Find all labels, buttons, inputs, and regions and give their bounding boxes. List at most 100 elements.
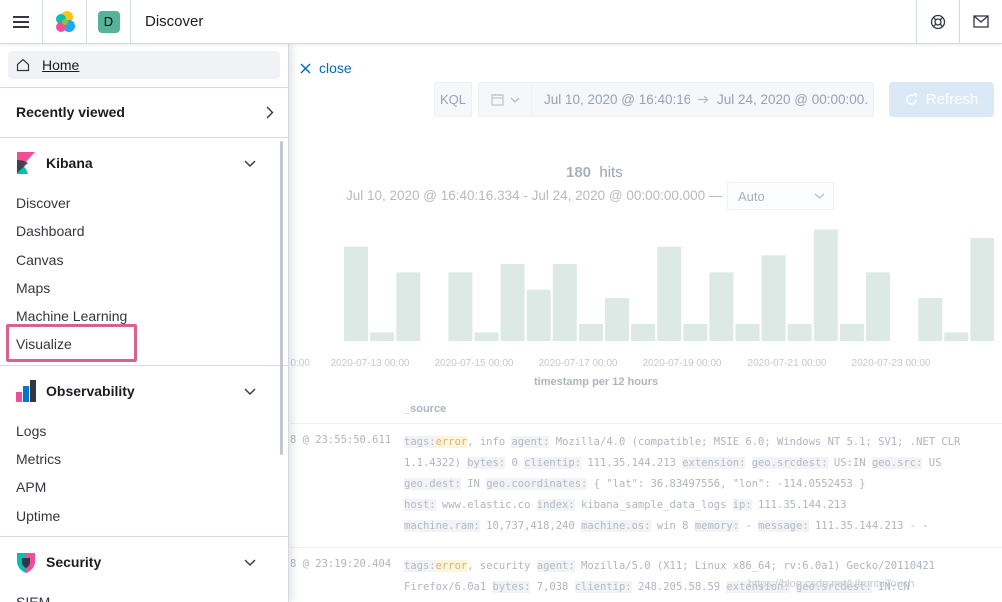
histogram-bar[interactable] xyxy=(605,298,629,341)
histogram-bar[interactable] xyxy=(970,238,994,341)
recently-viewed-toggle[interactable]: Recently viewed xyxy=(16,104,274,120)
histogram-bar[interactable] xyxy=(709,272,734,341)
histogram-bar[interactable] xyxy=(526,289,551,341)
field-name: extension: xyxy=(682,457,746,469)
x-tick-label: 2020-07-19 00:00 xyxy=(643,358,722,369)
histogram-bar[interactable] xyxy=(657,246,682,341)
field-value: US:IN xyxy=(827,457,872,469)
source-line: host: www.elastic.co index: kibana_sampl… xyxy=(404,495,994,516)
histogram-bar[interactable] xyxy=(344,246,368,341)
field-value: 248.205.58.59 xyxy=(631,581,727,593)
field-name: index: xyxy=(536,499,575,511)
date-quick-menu-button[interactable] xyxy=(479,93,531,106)
histogram-bar[interactable] xyxy=(866,272,890,341)
help-icon xyxy=(930,14,946,29)
field-value: - xyxy=(739,520,759,532)
space-selector-button[interactable]: D xyxy=(87,0,131,43)
refresh-button[interactable]: Refresh xyxy=(889,82,994,117)
nav-link-apm[interactable]: APM xyxy=(16,479,46,495)
security-logo-icon xyxy=(17,553,35,573)
field-name: agent: xyxy=(511,436,550,448)
histogram-bar[interactable] xyxy=(578,323,603,341)
nav-link-uptime[interactable]: Uptime xyxy=(16,508,60,524)
row-source: tags:error, info agent: Mozilla/4.0 (com… xyxy=(404,432,994,537)
breadcrumb-discover[interactable]: Discover xyxy=(145,13,203,30)
x-tick-label: 2020-07-13 00:00 xyxy=(331,358,410,369)
histogram-bar[interactable] xyxy=(787,323,812,341)
nav-flyout: Home Recently viewed Kibana Discover Das… xyxy=(0,44,289,602)
row-timestamp: 8 @ 23:19:20.404 xyxy=(290,558,392,570)
field-name: geo.dest: xyxy=(404,478,461,490)
table-row[interactable]: 8 @ 23:19:20.404 tags:error, security ag… xyxy=(290,547,1002,602)
histogram-bar[interactable] xyxy=(683,323,708,341)
start-date[interactable]: Jul 10, 2020 @ 16:40:16. xyxy=(544,92,690,107)
top-header: D Discover xyxy=(0,0,1002,44)
field-value: Mozilla/5.0 (X11; Linux x86_64; rv:6.0a1… xyxy=(574,560,936,572)
histogram-bar[interactable] xyxy=(370,332,395,341)
field-value: 10,737,418,240 xyxy=(479,520,582,532)
histogram-chart: 0-00:00 2020-07-13 00:00 2020-07-15 00:00 2… xyxy=(290,229,994,369)
histogram-bar[interactable] xyxy=(474,332,499,341)
histogram-bar[interactable] xyxy=(761,255,786,341)
source-line: 1.1.4322) bytes: 0 clientip: 111.35.144.… xyxy=(404,453,994,474)
x-tick-label: 2020-07-21 00:00 xyxy=(748,358,827,369)
histogram-bar[interactable] xyxy=(735,323,760,341)
field-name: geo.src: xyxy=(871,457,923,469)
close-flyout-button[interactable]: close xyxy=(300,60,352,76)
field-name: memory: xyxy=(694,520,740,532)
field-value: kibana_sample_data_logs xyxy=(574,499,733,511)
nav-link-siem[interactable]: SIEM xyxy=(16,594,50,602)
field-value: { "lat": 36.83497556, "lon": -114.055245… xyxy=(587,478,866,490)
flyout-scrollbar[interactable] xyxy=(280,141,283,455)
space-avatar: D xyxy=(97,10,120,33)
nav-group-observability[interactable]: Observability xyxy=(16,378,274,404)
refresh-icon xyxy=(906,93,917,105)
source-line: tags:error, info agent: Mozilla/4.0 (com… xyxy=(404,432,994,453)
field-value: Mozilla/4.0 (compatible; MSIE 6.0; Windo… xyxy=(549,436,961,448)
histogram-bar[interactable] xyxy=(944,332,969,341)
histogram-bar[interactable] xyxy=(448,272,473,341)
histogram-bar[interactable] xyxy=(918,298,943,341)
field-name: bytes: xyxy=(467,457,506,469)
date-picker[interactable]: Jul 10, 2020 @ 16:40:16. Jul 24, 2020 @ … xyxy=(478,82,874,117)
kql-toggle-button[interactable]: KQL xyxy=(434,82,472,117)
histogram-bar[interactable] xyxy=(396,272,421,341)
newsfeed-icon xyxy=(973,15,989,28)
nav-home-link[interactable]: Home xyxy=(8,51,280,79)
help-button[interactable] xyxy=(916,0,959,43)
chevron-down-icon xyxy=(244,559,256,566)
table-row[interactable]: 8 @ 23:55:50.611 tags:error, info agent:… xyxy=(290,423,1002,547)
nav-link-maps[interactable]: Maps xyxy=(16,280,50,296)
field-value: 7,038 xyxy=(530,581,575,593)
field-value: 111.35.144.213 xyxy=(581,457,683,469)
source-column-header: _source xyxy=(404,403,447,415)
home-logo-button[interactable] xyxy=(43,0,87,43)
nav-link-dashboard[interactable]: Dashboard xyxy=(16,223,85,239)
field-value: US xyxy=(922,457,942,469)
nav-link-metrics[interactable]: Metrics xyxy=(16,451,61,467)
histogram-bar[interactable] xyxy=(552,263,577,341)
watermark: https://blog.csdn.net/UbuntuTouch xyxy=(748,578,915,590)
nav-link-logs[interactable]: Logs xyxy=(16,423,46,439)
field-name: geo.coordinates: xyxy=(486,478,588,490)
highlighted-tag: error xyxy=(435,436,468,448)
nav-link-discover[interactable]: Discover xyxy=(16,195,70,211)
field-value: www.elastic.co xyxy=(435,499,537,511)
nav-group-security[interactable]: Security xyxy=(16,549,274,575)
row-source: tags:error, security agent: Mozilla/5.0 … xyxy=(404,556,994,598)
menu-button[interactable] xyxy=(0,0,43,43)
field-name: ip: xyxy=(732,499,752,511)
histogram-bar[interactable] xyxy=(631,323,656,341)
nav-link-machine-learning[interactable]: Machine Learning xyxy=(16,308,127,324)
end-date[interactable]: Jul 24, 2020 @ 00:00:00. xyxy=(717,92,868,107)
nav-group-kibana[interactable]: Kibana xyxy=(16,150,274,176)
histogram-bar[interactable] xyxy=(839,323,864,341)
newsfeed-button[interactable] xyxy=(959,0,1002,43)
field-value xyxy=(745,457,751,469)
histogram-bar[interactable] xyxy=(500,263,525,341)
field-value: 111.35.144.213 xyxy=(751,499,847,511)
chevron-down-icon xyxy=(244,160,256,167)
histogram-bar[interactable] xyxy=(813,229,838,341)
field-name: clientip: xyxy=(574,581,632,593)
nav-link-canvas[interactable]: Canvas xyxy=(16,252,63,268)
